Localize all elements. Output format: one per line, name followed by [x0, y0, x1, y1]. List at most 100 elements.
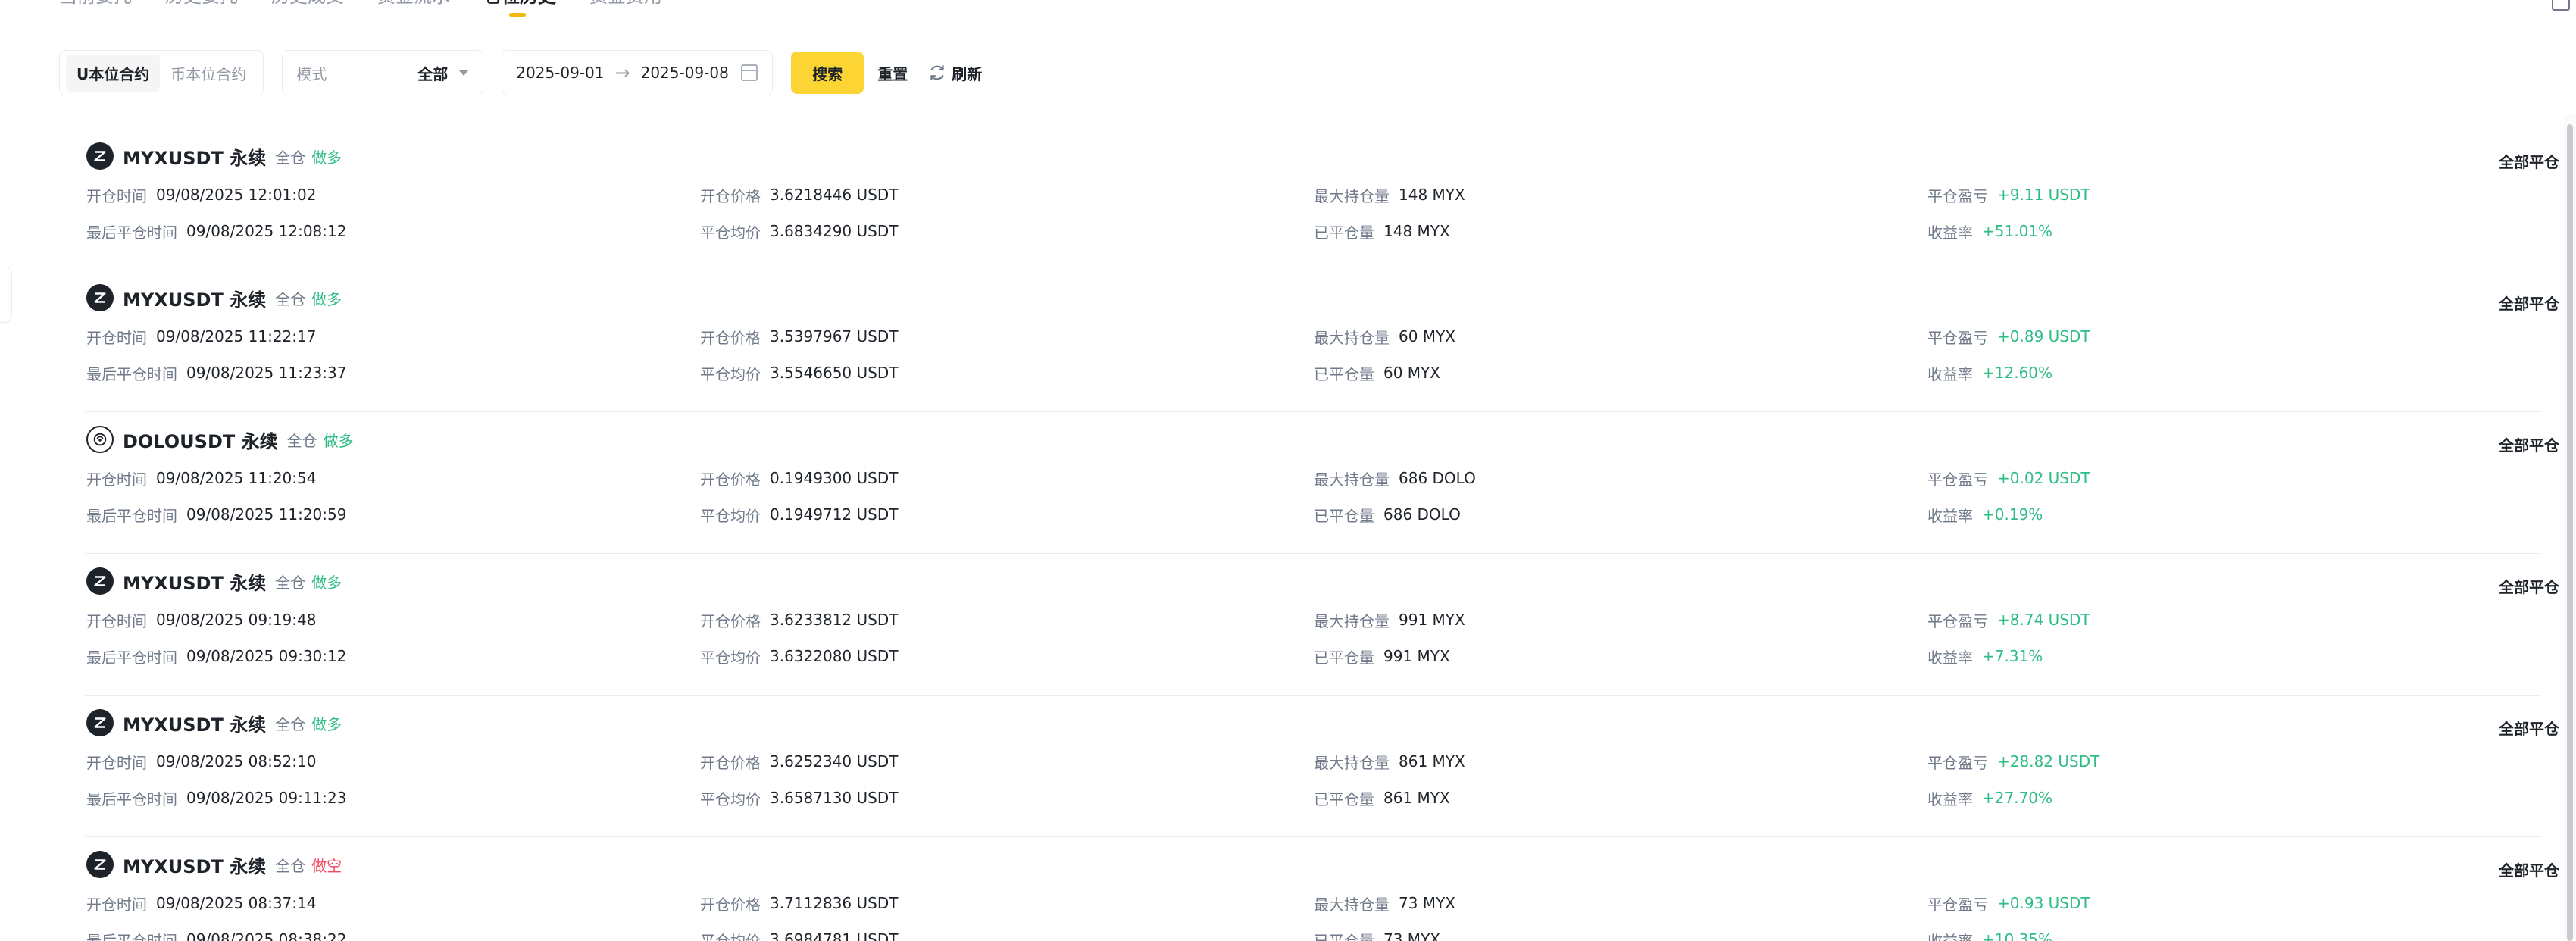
tab-open-orders[interactable]: 当前委托 — [59, 0, 132, 17]
open-time-label: 开仓时间 — [86, 611, 147, 630]
roi: 收益率 +51.01% — [1927, 220, 2052, 242]
close-pnl-value: +0.02 USDT — [1997, 469, 2090, 487]
dolo-coin-icon — [86, 426, 114, 453]
close-avg-value: 3.5546650 USDT — [770, 364, 899, 382]
last-close-time-label: 最后平仓时间 — [86, 789, 177, 808]
close-pnl-label: 平仓盈亏 — [1927, 611, 1988, 630]
close-avg-label: 平仓均价 — [700, 506, 761, 525]
position-card-3: DOLOUSDT 永续 全仓 做多 全部平仓 开仓时间 09/08/2025 11… — [85, 412, 2559, 554]
last-close-time-label: 最后平仓时间 — [86, 648, 177, 667]
closed-qty-value: 73 MYX — [1383, 930, 1440, 941]
mode-label: 模式 — [296, 64, 327, 83]
position-side: 做空 — [311, 856, 342, 875]
position-header: MYXUSDT 永续 全仓 做多 — [86, 567, 342, 595]
closed-qty: 已平仓量 60 MYX — [1314, 361, 1440, 384]
tab-funding-fee[interactable]: 资金费用 — [589, 0, 662, 17]
close-avg-value: 3.6984781 USDT — [770, 930, 899, 941]
close-pnl-value: +8.74 USDT — [1997, 611, 2090, 629]
refresh-icon — [930, 65, 944, 80]
max-position: 最大持仓量 861 MYX — [1314, 750, 1465, 773]
closed-qty: 已平仓量 73 MYX — [1314, 928, 1440, 941]
closed-qty: 已平仓量 148 MYX — [1314, 220, 1450, 242]
max-position: 最大持仓量 60 MYX — [1314, 325, 1455, 348]
last-close-time-label: 最后平仓时间 — [86, 223, 177, 242]
date-range-picker[interactable]: 2025-09-01 → 2025-09-08 — [502, 50, 774, 95]
max-position-value: 148 MYX — [1399, 186, 1465, 204]
closed-qty-value: 148 MYX — [1383, 222, 1450, 240]
open-price-value: 3.6252340 USDT — [770, 752, 899, 771]
open-time-value: 09/08/2025 08:52:10 — [156, 752, 317, 771]
roi: 收益率 +12.60% — [1927, 361, 2052, 384]
usdm-futures-option[interactable]: U本位合约 — [66, 54, 161, 92]
roi-value: +10.35% — [1982, 930, 2053, 941]
open-time-label: 开仓时间 — [86, 470, 147, 489]
tab-trade-history[interactable]: 历史成交 — [271, 0, 344, 17]
chevron-down-icon — [458, 70, 470, 76]
margin-mode: 全仓 — [275, 573, 306, 592]
myx-coin-icon — [86, 851, 114, 878]
contract-type-switch: U本位合约 币本位合约 — [59, 50, 264, 95]
calendar-icon[interactable] — [740, 64, 758, 81]
side-panel-handle[interactable] — [0, 267, 12, 323]
scrollbar-thumb[interactable] — [2567, 124, 2573, 941]
position-side: 做多 — [311, 573, 342, 592]
last-close-time: 最后平仓时间 09/08/2025 12:08:12 — [86, 220, 346, 242]
close-avg-price: 平仓均价 0.1949712 USDT — [700, 503, 898, 526]
tab-position-history[interactable]: 仓位历史 — [483, 0, 556, 17]
open-price-label: 开仓价格 — [700, 895, 761, 914]
tab-order-history[interactable]: 历史委托 — [165, 0, 238, 17]
open-time: 开仓时间 09/08/2025 12:01:02 — [86, 183, 316, 206]
mode-value: 全部 — [417, 64, 449, 83]
last-close-time-value: 09/08/2025 09:30:12 — [186, 647, 347, 665]
tab-transaction-history[interactable]: 资金流水 — [377, 0, 450, 17]
close-avg-value: 0.1949712 USDT — [770, 505, 899, 524]
close-pnl-value: +0.93 USDT — [1997, 894, 2090, 912]
open-price-label: 开仓价格 — [700, 753, 761, 772]
roi-value: +12.60% — [1982, 364, 2053, 382]
max-position: 最大持仓量 686 DOLO — [1314, 467, 1476, 489]
order-tabs: 当前委托 历史委托 历史成交 资金流水 仓位历史 资金费用 — [59, 0, 696, 17]
position-card-6: MYXUSDT 永续 全仓 做空 全部平仓 开仓时间 09/08/2025 08:… — [85, 837, 2559, 941]
close-all-button[interactable]: 全部平仓 — [2499, 717, 2559, 739]
position-header: MYXUSDT 永续 全仓 做空 — [86, 851, 342, 878]
mode-select[interactable]: 模式 全部 — [282, 50, 484, 95]
open-time-value: 09/08/2025 11:22:17 — [156, 327, 317, 345]
open-time-value: 09/08/2025 12:01:02 — [156, 186, 317, 204]
max-position: 最大持仓量 991 MYX — [1314, 608, 1465, 631]
open-price: 开仓价格 3.7112836 USDT — [700, 892, 898, 914]
close-avg-label: 平仓均价 — [700, 648, 761, 667]
date-end[interactable]: 2025-09-08 — [641, 64, 729, 82]
close-pnl-value: +28.82 USDT — [1997, 752, 2100, 771]
close-pnl-value: +9.11 USDT — [1997, 186, 2090, 204]
roi-value: +0.19% — [1982, 505, 2043, 524]
close-avg-value: 3.6322080 USDT — [770, 647, 899, 665]
position-header: MYXUSDT 永续 全仓 做多 — [86, 284, 342, 311]
open-time: 开仓时间 09/08/2025 08:52:10 — [86, 750, 316, 773]
roi-label: 收益率 — [1927, 789, 1973, 808]
close-pnl-label: 平仓盈亏 — [1927, 753, 1988, 772]
position-symbol: MYXUSDT 永续 — [123, 147, 267, 169]
expand-icon[interactable] — [2552, 0, 2570, 11]
close-all-button[interactable]: 全部平仓 — [2499, 575, 2559, 597]
close-all-button[interactable]: 全部平仓 — [2499, 858, 2559, 880]
open-price-value: 3.7112836 USDT — [770, 894, 899, 912]
closed-qty-value: 991 MYX — [1383, 647, 1450, 665]
roi-value: +7.31% — [1982, 647, 2043, 665]
search-button[interactable]: 搜索 — [791, 52, 864, 94]
refresh-button[interactable]: 刷新 — [927, 62, 982, 84]
date-start[interactable]: 2025-09-01 — [516, 64, 604, 82]
roi: 收益率 +10.35% — [1927, 928, 2052, 941]
close-all-button[interactable]: 全部平仓 — [2499, 433, 2559, 455]
reset-button[interactable]: 重置 — [877, 62, 908, 84]
margin-mode: 全仓 — [275, 148, 306, 167]
position-symbol: MYXUSDT 永续 — [123, 855, 267, 877]
close-avg-label: 平仓均价 — [700, 789, 761, 808]
coinm-futures-option[interactable]: 币本位合约 — [160, 55, 257, 92]
max-position-label: 最大持仓量 — [1314, 186, 1390, 205]
close-all-button[interactable]: 全部平仓 — [2499, 292, 2559, 314]
close-all-button[interactable]: 全部平仓 — [2499, 150, 2559, 172]
open-time: 开仓时间 09/08/2025 11:20:54 — [86, 467, 316, 489]
position-history-page: 当前委托 历史委托 历史成交 资金流水 仓位历史 资金费用 U本位合约 币本位合… — [0, 0, 2576, 941]
max-position-label: 最大持仓量 — [1314, 895, 1390, 914]
open-time-label: 开仓时间 — [86, 328, 147, 347]
